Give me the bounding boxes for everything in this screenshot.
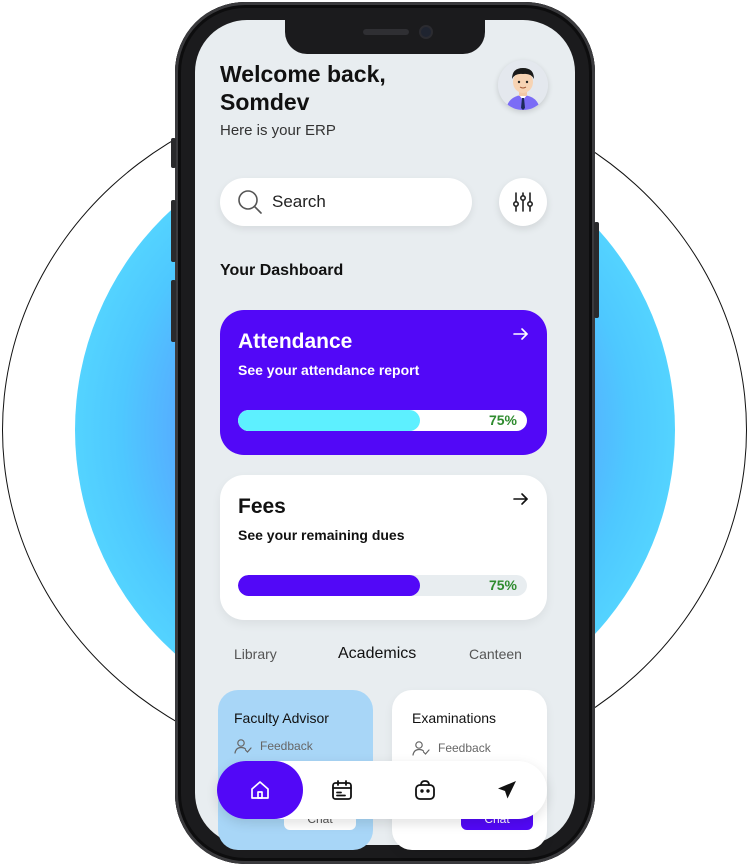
dashboard-title: Your Dashboard — [220, 262, 344, 279]
calendar-icon[interactable] — [330, 778, 354, 802]
arrow-right-icon[interactable] — [511, 489, 531, 509]
tab-library[interactable]: Library — [234, 646, 277, 662]
faculty-advisor-title: Faculty Advisor — [234, 710, 329, 726]
search-input[interactable]: Search — [272, 192, 326, 212]
fees-card[interactable]: Fees See your remaining dues 75% — [220, 475, 547, 620]
user-check-icon — [412, 740, 430, 756]
volume-down-button — [171, 280, 176, 342]
examinations-title: Examinations — [412, 710, 497, 726]
sliders-icon — [511, 190, 535, 214]
attendance-subtitle: See your attendance report — [238, 362, 420, 378]
fees-percent: 75% — [488, 577, 517, 593]
send-icon[interactable] — [495, 778, 519, 802]
front-camera — [421, 27, 431, 37]
bottom-navigation — [217, 761, 547, 819]
examinations-feedback-label: Feedback — [438, 741, 491, 755]
filter-button[interactable] — [499, 178, 547, 226]
fees-progress-fill — [238, 575, 421, 596]
attendance-progress-bar: 75% — [238, 410, 527, 431]
attendance-card[interactable]: Attendance See your attendance report 75… — [220, 310, 547, 455]
attendance-progress-fill — [238, 410, 421, 431]
tab-academics[interactable]: Academics — [338, 645, 416, 663]
attendance-title: Attendance — [238, 330, 353, 353]
avatar[interactable] — [498, 60, 548, 110]
power-button — [594, 222, 599, 318]
fees-title: Fees — [238, 495, 286, 518]
avatar-illustration — [498, 60, 548, 110]
faculty-feedback-link[interactable]: Feedback — [234, 738, 313, 754]
notch — [285, 20, 485, 54]
speaker-grille — [363, 29, 409, 35]
arrow-right-icon[interactable] — [511, 324, 531, 344]
fees-subtitle: See your remaining dues — [238, 527, 405, 543]
faculty-feedback-label: Feedback — [260, 739, 313, 753]
welcome-heading: Welcome back, Somdev — [220, 61, 386, 115]
nav-home[interactable] — [217, 761, 303, 819]
volume-up-button — [171, 200, 176, 262]
fees-progress-bar: 75% — [238, 575, 527, 596]
search-bar[interactable]: Search — [220, 178, 472, 226]
user-check-icon — [234, 738, 252, 754]
bag-icon[interactable] — [413, 778, 437, 802]
attendance-percent: 75% — [488, 412, 517, 428]
search-icon — [236, 188, 264, 216]
tab-canteen[interactable]: Canteen — [469, 646, 522, 662]
welcome-subtitle: Here is your ERP — [220, 122, 336, 139]
mute-switch — [171, 138, 176, 168]
examinations-feedback-link[interactable]: Feedback — [412, 740, 491, 756]
home-icon — [249, 779, 271, 801]
